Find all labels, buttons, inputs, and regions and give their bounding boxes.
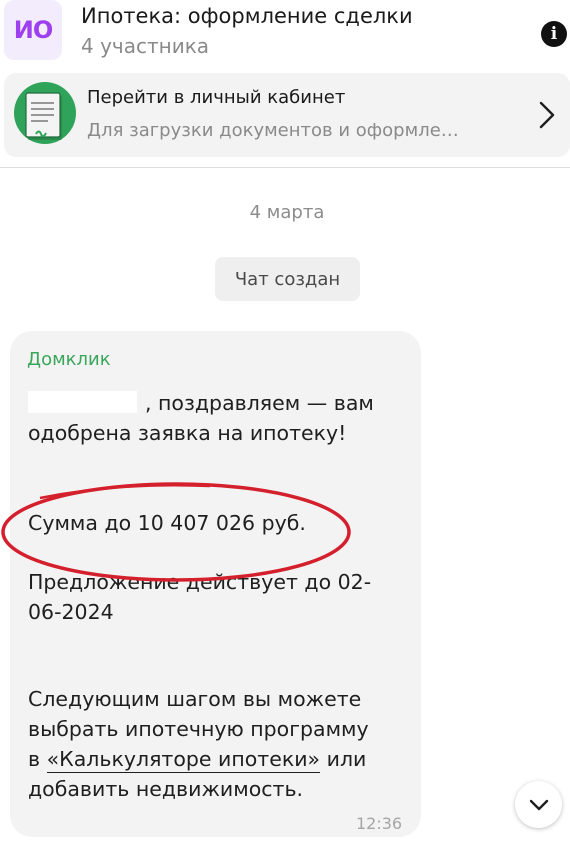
chat-title: Ипотека: оформление сделки (81, 4, 413, 28)
chevron-right-icon (539, 101, 555, 129)
info-icon[interactable]: i (541, 21, 567, 47)
redacted-name (28, 391, 137, 413)
personal-cabinet-banner[interactable]: Перейти в личный кабинет Для загрузки до… (4, 73, 570, 157)
banner-subtitle: Для загрузки документов и оформле… (87, 120, 459, 141)
participants-count: 4 участника (81, 34, 210, 58)
approved-sum: Сумма до 10 407 026 руб. (28, 511, 306, 535)
chat-avatar: ИО (4, 0, 62, 60)
scroll-down-button[interactable] (515, 781, 562, 828)
message-bubble: Домклик , поздравляем — вам одобрена зая… (10, 331, 421, 837)
chevron-down-icon (529, 799, 548, 810)
offer-validity: Предложение действует до 02- 06-2024 (28, 570, 372, 624)
congrats-text: , поздравляем — вам одобрена заявка на и… (28, 391, 374, 445)
chat-screen: ИО Ипотека: оформление сделки 4 участник… (0, 0, 570, 848)
message-sender: Домклик (27, 349, 111, 370)
date-separator: 4 марта (249, 202, 325, 223)
header-divider (0, 167, 570, 168)
message-time: 12:36 (356, 814, 403, 833)
system-message: Чат создан (215, 257, 360, 301)
document-icon (14, 82, 76, 144)
next-step-text: Следующим шагом вы можете выбрать ипотеч… (28, 687, 369, 801)
mortgage-calculator-link[interactable]: «Калькуляторе ипотеки» (46, 747, 321, 773)
banner-title: Перейти в личный кабинет (87, 87, 346, 108)
